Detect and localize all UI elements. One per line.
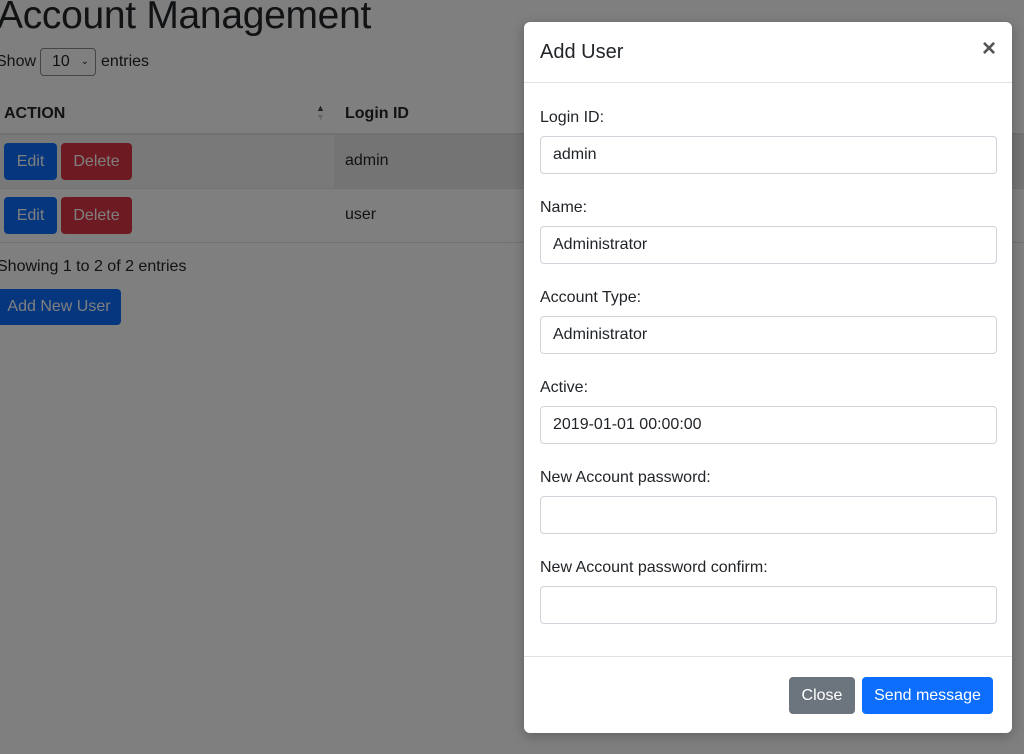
account-type-input[interactable] (540, 316, 997, 354)
login-id-input[interactable] (540, 136, 997, 174)
new-password-label: New Account password: (540, 469, 711, 486)
active-label: Active: (540, 379, 589, 396)
name-label: Name: (540, 199, 588, 216)
active-input[interactable] (540, 406, 997, 444)
name-input[interactable] (540, 226, 997, 264)
modal-footer: Close Send message (524, 656, 1012, 733)
login-id-label: Login ID: (540, 109, 605, 126)
account-type-label: Account Type: (540, 289, 642, 306)
confirm-password-label: New Account password confirm: (540, 559, 768, 576)
modal-header: Add User × (524, 22, 1012, 83)
close-button[interactable]: Close (789, 677, 855, 714)
modal-title: Add User (540, 41, 624, 63)
close-icon[interactable]: × (982, 37, 996, 61)
add-user-modal: Add User × Login ID: Name: Account Type:… (524, 22, 1012, 733)
new-password-input[interactable] (540, 496, 997, 534)
send-message-button[interactable]: Send message (862, 677, 993, 714)
confirm-password-input[interactable] (540, 586, 997, 624)
